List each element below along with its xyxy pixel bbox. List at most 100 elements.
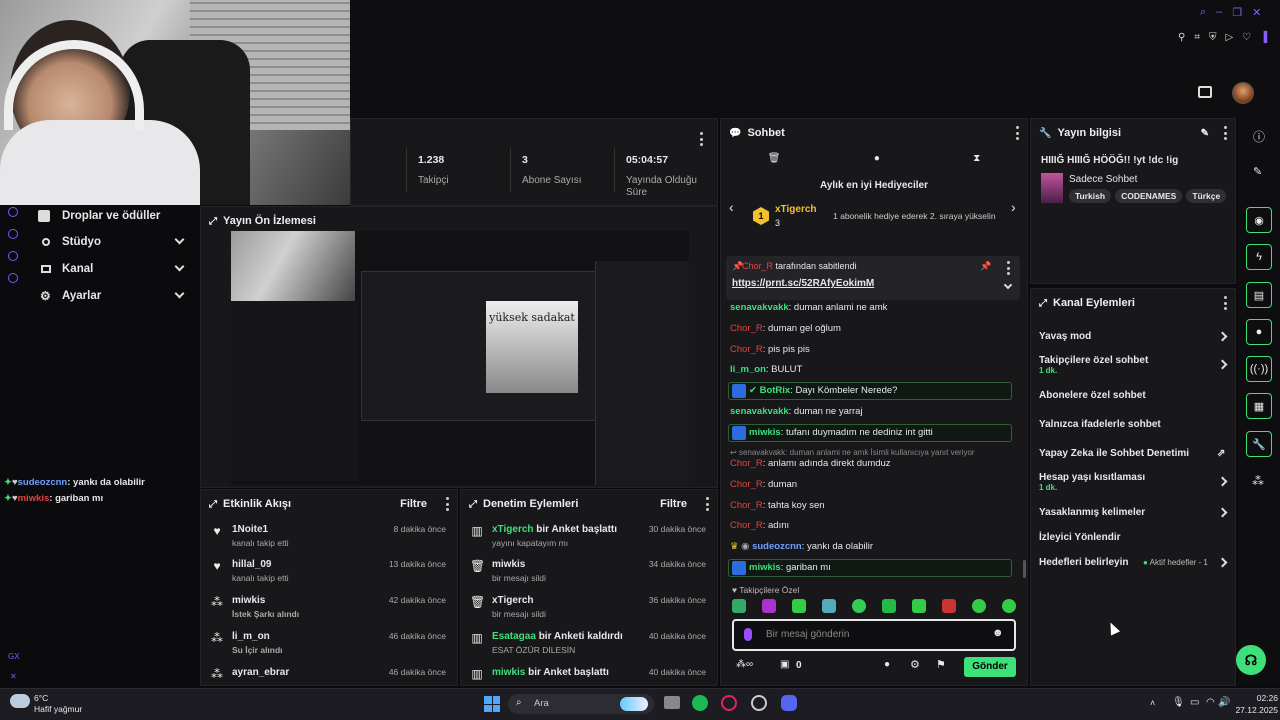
heart-outline-icon[interactable]: ♡ (1242, 32, 1251, 46)
tag[interactable]: CODENAMES (1115, 189, 1183, 203)
start-button[interactable] (484, 696, 500, 712)
chat-user[interactable]: Chor_R (730, 323, 763, 334)
emote-icon[interactable] (792, 599, 806, 613)
action-ai-moderation[interactable]: Yapay Zeka ile Sohbet Denetimi ⇗ (1039, 448, 1227, 459)
points-icon[interactable]: ⁂ (1252, 474, 1264, 488)
stream-preview-video[interactable]: yüksek sadakat (231, 231, 689, 485)
pinned-message[interactable]: 📌 Chor_R tarafından sabitlendi https://p… (726, 256, 1020, 300)
chevron-down-icon[interactable] (1003, 280, 1013, 290)
crop-icon[interactable]: ⌗ (1194, 32, 1200, 46)
chat-user[interactable]: senavakvakk (730, 406, 789, 417)
tag[interactable]: Turkish (1069, 189, 1112, 203)
close-icon[interactable]: ✕ (1252, 6, 1261, 19)
chat-user[interactable]: li_m_on (730, 364, 766, 375)
action-subscribers-only[interactable]: Abonelere özel sohbet (1039, 390, 1227, 401)
broadcast-button[interactable]: ((·)) (1246, 356, 1272, 382)
chat-user[interactable]: Chor_R (730, 458, 763, 469)
mic-icon[interactable] (744, 628, 752, 641)
theater-icon[interactable] (1198, 86, 1212, 98)
action-goals[interactable]: Hedefleri belirleyin ● Aktif hedefler - 1 (1039, 557, 1228, 568)
emote-icon[interactable] (732, 599, 746, 613)
menu-icon[interactable] (1015, 126, 1019, 140)
unpin-icon[interactable]: 📌 (980, 261, 991, 272)
file-explorer-icon[interactable] (664, 696, 680, 709)
sidebar-item-studio[interactable]: Stüdyo (38, 232, 188, 252)
restore-icon[interactable]: ❐ (1232, 6, 1242, 19)
avatar[interactable] (1232, 82, 1254, 104)
menu-icon[interactable] (1223, 296, 1227, 310)
app-icon[interactable] (751, 695, 767, 711)
chat-input[interactable]: Bir mesaj gönderin ☻ (732, 619, 1016, 651)
menu-icon[interactable] (1223, 126, 1227, 140)
chat-user[interactable]: sudeozcnn (752, 541, 802, 552)
minimize-icon[interactable]: – (1216, 6, 1222, 18)
chat-user[interactable]: miwkis (749, 427, 781, 438)
emote-icon[interactable] (972, 599, 986, 613)
tag[interactable]: Türkçe (1186, 189, 1227, 203)
emote-icon[interactable] (762, 599, 776, 613)
chat-user[interactable]: miwkis (749, 562, 781, 573)
wrench-button[interactable]: 🔧 (1246, 431, 1272, 457)
comment-icon[interactable]: ● (884, 659, 890, 670)
expand-icon[interactable]: ⤢ (209, 216, 217, 227)
nav-rail-icon[interactable] (8, 229, 18, 239)
sidebar-item-drops[interactable]: Droplar ve ödüller (38, 206, 188, 226)
weather-widget[interactable]: 6°C Hafif yağmur (10, 692, 100, 716)
pencil-icon[interactable]: ✎ (1253, 165, 1262, 178)
next-arrow-icon[interactable]: › (1011, 199, 1016, 215)
wifi-icon[interactable]: ◠ (1206, 697, 1215, 708)
emote-icon[interactable] (942, 599, 956, 613)
spotify-icon[interactable] (692, 695, 708, 711)
filter-button[interactable]: Filtre (400, 498, 427, 510)
taskbar-search[interactable]: ⌕ Ara (508, 694, 654, 714)
pin-icon[interactable]: ⚲ (1178, 32, 1185, 46)
trash-icon[interactable]: 🗑 (768, 153, 781, 167)
chat-button[interactable]: ● (1246, 319, 1272, 345)
nav-rail-icon[interactable] (8, 207, 18, 217)
shield-icon[interactable]: ⛨ (1209, 32, 1217, 46)
edit-icon[interactable]: ✎ (1201, 128, 1209, 139)
layout-button[interactable]: ▦ (1246, 393, 1272, 419)
emote-icon[interactable] (912, 599, 926, 613)
emote-icon[interactable] (882, 599, 896, 613)
chat-user[interactable]: BotRix (760, 385, 791, 396)
sidebar-item-channel[interactable]: Kanal (38, 259, 188, 279)
action-account-age[interactable]: Hesap yaşı kısıtlaması 1 dk. (1039, 472, 1228, 492)
camera-tool-button[interactable]: ◉ (1246, 207, 1272, 233)
display-icon[interactable]: ▭ (1190, 697, 1199, 708)
support-button[interactable]: ☊ (1236, 645, 1266, 675)
comment-icon[interactable]: ● (874, 153, 880, 167)
sidebar-toggle-icon[interactable]: ▐ (1260, 32, 1267, 46)
nav-rail-icon[interactable] (8, 251, 18, 261)
chat-user[interactable]: Chor_R (730, 479, 763, 490)
settings-icon[interactable]: ⚙ (910, 658, 920, 671)
microphone-icon[interactable]: 🎙 (1172, 697, 1185, 708)
opera-gx-icon[interactable] (721, 695, 737, 711)
category-name[interactable]: Sadece Sohbet (1069, 174, 1137, 185)
chat-user[interactable]: Chor_R (730, 520, 763, 531)
emoji-icon[interactable]: ☻ (992, 627, 1004, 639)
tray-chevron-icon[interactable]: ˄ (1150, 698, 1155, 708)
nav-rail-icon[interactable] (8, 273, 18, 283)
chat-scrollbar[interactable] (1023, 560, 1026, 578)
points-icon[interactable]: ⁂∞ (736, 659, 753, 670)
overlay-close-icon[interactable]: ✕ (10, 672, 17, 681)
menu-icon[interactable] (445, 497, 449, 511)
discord-icon[interactable] (781, 695, 797, 711)
mod-tools-icon[interactable]: ⚑ (936, 658, 946, 671)
filter-button[interactable]: Filtre (660, 498, 687, 510)
clock-time[interactable]: 02:26 (1232, 693, 1278, 703)
prev-arrow-icon[interactable]: ‹ (729, 199, 734, 215)
hourglass-icon[interactable]: ⧗ (973, 153, 980, 167)
action-slow-mode[interactable]: Yavaş mod (1039, 331, 1228, 342)
action-followers-only[interactable]: Takipçilere özel sohbet 1 dk. (1039, 355, 1228, 375)
action-banned-words[interactable]: Yasaklanmış kelimeler (1039, 507, 1228, 518)
menu-icon[interactable] (705, 497, 709, 511)
pinned-link[interactable]: https://prnt.sc/52RAfyEokimM (732, 278, 874, 289)
send-button[interactable]: Gönder (964, 657, 1016, 677)
gift-icon[interactable]: ▣ (780, 659, 789, 670)
action-raid[interactable]: İzleyici Yönlendir (1039, 532, 1227, 543)
info-icon[interactable]: ⓘ (1253, 128, 1265, 145)
chat-user[interactable]: senavakvakk (730, 302, 789, 313)
emote-icon[interactable] (822, 599, 836, 613)
